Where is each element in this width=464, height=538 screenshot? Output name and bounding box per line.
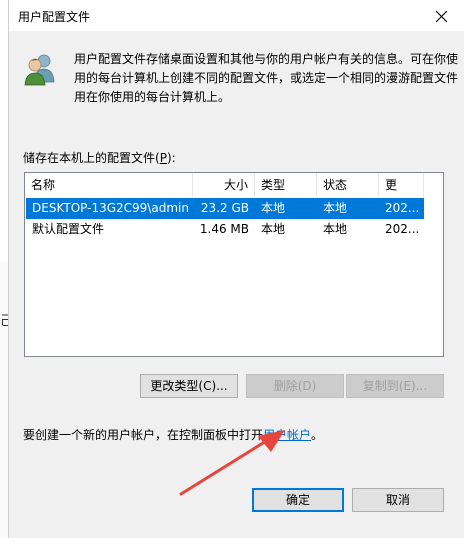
profile-row[interactable]: DESKTOP-13G2C99\admin 23.2 GB 本地 本地 202.… [26,198,424,219]
column-header-type[interactable]: 类型 [255,173,317,197]
column-header-name[interactable]: 名称 [25,173,193,197]
user-profile-icon [24,54,55,86]
dialog-title: 用户配置文件 [18,10,91,24]
close-icon [435,10,447,22]
profiles-list[interactable]: 名称 大小 类型 状态 更改... DESKTOP-13G2C99\admin … [24,172,444,357]
user-profiles-dialog: 用户配置文件 用户配置文件存储桌面设置和其他与你的用户帐户有关的信息。可在你使用… [8,0,464,538]
title-bar[interactable]: 用户配置文件 [9,0,464,31]
profiles-list-label: 储存在本机上的配置文件(P): [23,151,176,165]
column-header-modified[interactable]: 更改... [379,173,424,216]
description-text: 用户配置文件存储桌面设置和其他与你的用户帐户有关的信息。可在你使用的每台计算机上… [74,52,459,104]
annotation-arrow-icon [179,430,285,496]
profile-size: 23.2 GB [200,201,249,215]
list-header: 名称 大小 类型 状态 更改... [25,173,443,216]
change-type-button[interactable]: 更改类型(C)... [140,374,238,398]
column-header-status[interactable]: 状态 [317,173,379,197]
profile-row[interactable]: 默认配置文件 1.46 MB 本地 本地 202... [26,219,424,240]
profile-status: 本地 [323,222,348,236]
profile-type: 本地 [261,201,286,215]
column-header-size[interactable]: 大小 [193,173,255,197]
profile-modified: 202... [385,201,420,215]
profile-size: 1.46 MB [199,222,249,236]
profile-name: DESKTOP-13G2C99\admin [32,201,189,215]
ok-button[interactable]: 确定 [252,488,344,512]
profile-type: 本地 [261,222,286,236]
profile-modified: 202... [385,222,420,236]
profile-name: 默认配置文件 [32,222,105,236]
background-partial-text: 己 [0,314,14,329]
close-button[interactable] [423,2,459,30]
copy-to-button[interactable]: 复制到(E)... [346,374,444,398]
delete-button[interactable]: 删除(D) [246,374,344,398]
cancel-button[interactable]: 取消 [352,488,444,512]
profile-status: 本地 [323,201,348,215]
